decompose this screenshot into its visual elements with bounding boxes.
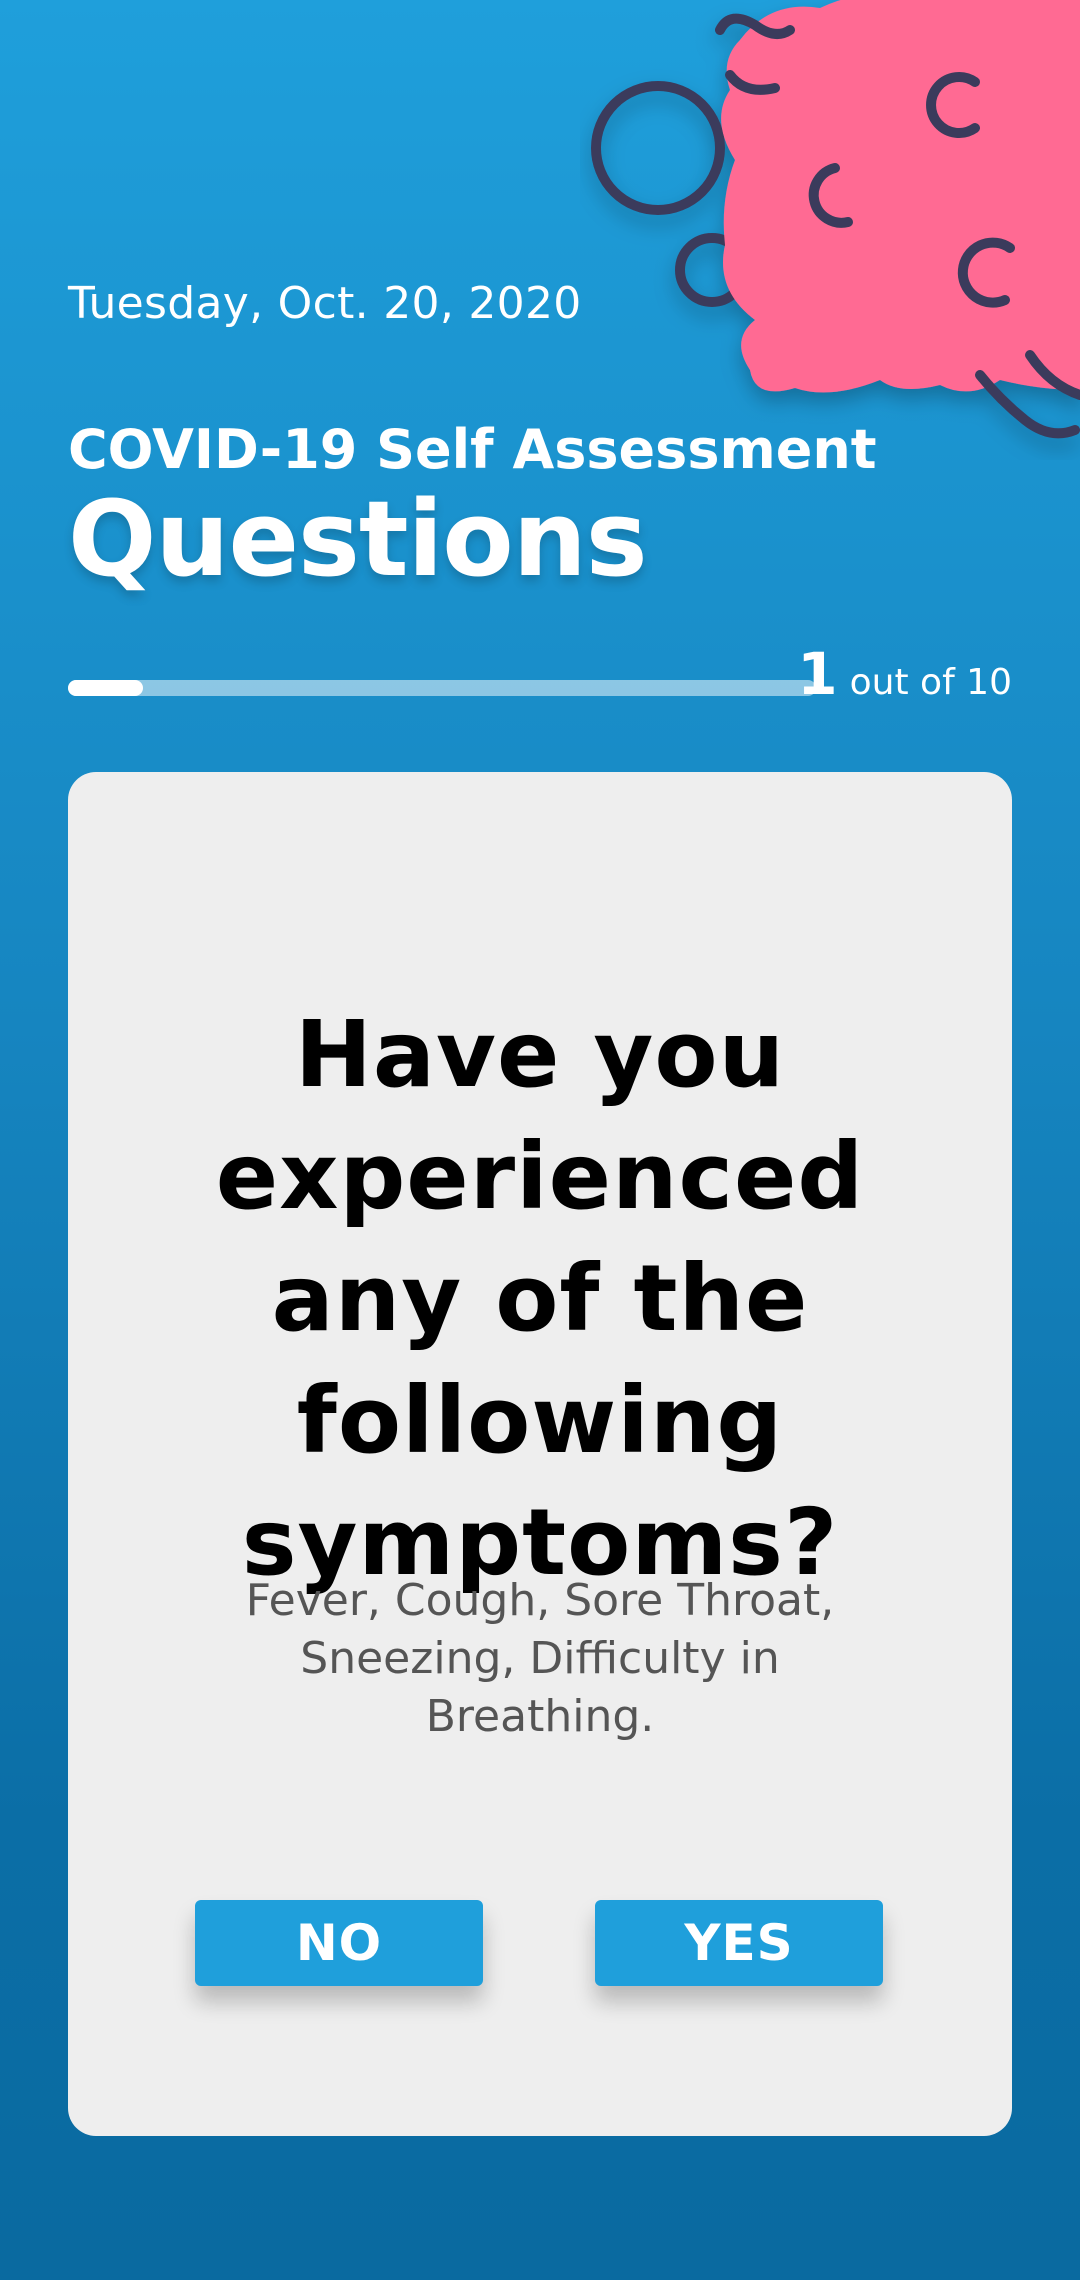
date-label: Tuesday, Oct. 20, 2020: [68, 278, 582, 329]
no-button[interactable]: NO: [195, 1900, 483, 1986]
progress-bar: [68, 680, 816, 696]
question-card: Have you experienced any of the followin…: [68, 772, 1012, 2136]
page-subtitle: COVID-19 Self Assessment: [68, 418, 877, 481]
progress-bar-fill: [68, 680, 143, 696]
yes-button[interactable]: YES: [595, 1900, 883, 1986]
progress-total: out of 10: [849, 662, 1012, 703]
virus-illustration-icon: [591, 0, 1080, 439]
progress-current: 1: [797, 640, 838, 708]
progress-counter: 1 out of 10: [797, 640, 1012, 708]
question-text: Have you experienced any of the followin…: [215, 1001, 865, 1596]
symptoms-list: Fever, Cough, Sore Throat, Sneezing, Dif…: [245, 1575, 835, 1742]
page-title: Questions: [68, 478, 648, 600]
